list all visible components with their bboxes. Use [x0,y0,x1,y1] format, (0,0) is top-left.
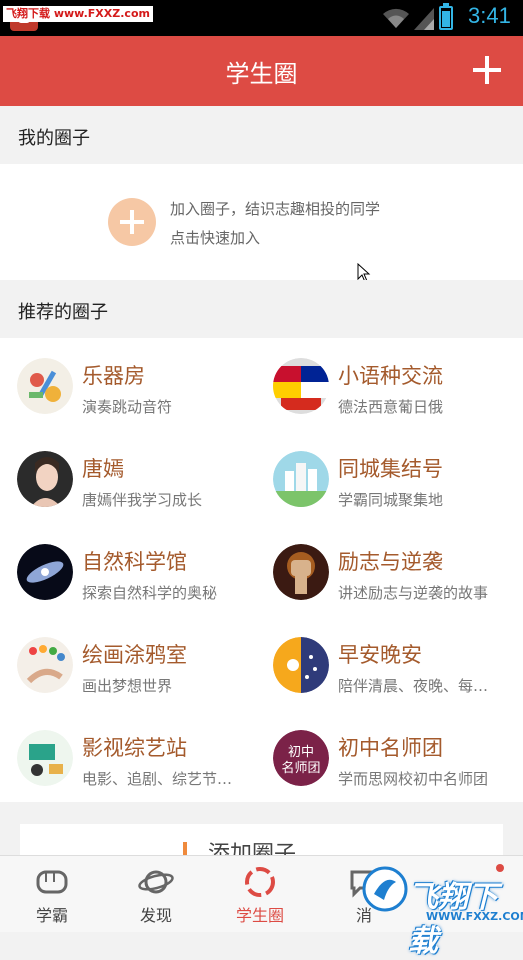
teachers-avatar-icon: 初中 名师团 [273,730,329,786]
tab-discover[interactable]: 发现 [104,856,208,932]
recommended-header: 推荐的圈子 [0,280,523,338]
fist-avatar-icon [273,544,329,600]
circle-item-painting[interactable]: 绘画涂鸦室 画出梦想世界 [0,619,250,712]
fist-icon [36,870,68,894]
city-avatar-icon [273,451,329,507]
circle-desc: 电影、追剧、综艺节… [82,770,233,788]
signal-icon [414,8,434,30]
recommended-title: 推荐的圈子 [18,302,108,323]
join-quick-text[interactable]: 点击快速加入 [170,227,260,248]
circle-item-teachers[interactable]: 初中 名师团 初中名师团 学而思网校初中名师团 [256,712,506,805]
circle-name: 初中名师团 [338,736,443,760]
circle-desc: 唐嫣伴我学习成长 [82,491,203,509]
circle-item-inspire[interactable]: 励志与逆袭 讲述励志与逆袭的故事 [256,526,506,619]
circle-item-language[interactable]: 小语种交流 德法西意葡日俄 [256,340,506,433]
watermark-icon [362,866,408,912]
film-avatar-icon [17,730,73,786]
watermark-url: WWW.FXXZ.COM [426,910,523,923]
circle-name: 小语种交流 [338,364,443,388]
join-circle-panel[interactable]: 加入圈子，结识志趣相投的同学 点击快速加入 [0,164,523,281]
watermark-label: 飞翔下载 www.FXXZ.com [3,6,153,22]
circle-item-tangyan[interactable]: 唐嫣 唐嫣伴我学习成长 [0,433,250,526]
flags-avatar-icon [273,358,329,414]
svg-text:名师团: 名师团 [281,760,320,776]
join-hint-text: 加入圈子，结识志趣相投的同学 [170,200,381,218]
instrument-avatar-icon [17,358,73,414]
circle-desc: 讲述励志与逆袭的故事 [338,584,489,602]
circle-item-film[interactable]: 影视综艺站 电影、追剧、综艺节… [0,712,250,805]
tab-student-circle[interactable]: 学生圈 [208,856,312,932]
circle-item-city[interactable]: 同城集结号 学霸同城聚集地 [256,433,506,526]
circle-desc: 演奏跳动音符 [82,398,173,416]
wifi-icon [383,8,409,28]
watermark-logo: 飞翔下载 WWW.FXXZ.COM [356,860,523,959]
app-header: 学生圈 [0,36,523,106]
circle-item-instrument[interactable]: 乐器房 演奏跳动音符 [0,340,250,433]
circle-name: 影视综艺站 [82,736,187,760]
paint-avatar-icon [17,637,73,693]
circle-item-science[interactable]: 自然科学馆 探索自然科学的奥秘 [0,526,250,619]
circle-name: 乐器房 [82,364,145,388]
circle-name: 励志与逆袭 [338,550,443,574]
status-bar: 飞翔下载 www.FXXZ.com 3:41 [0,0,523,36]
circle-name: 同城集结号 [338,457,443,481]
aperture-icon [245,867,275,897]
battery-icon [439,3,453,30]
circle-name: 自然科学馆 [82,550,187,574]
svg-text:初中: 初中 [288,745,314,760]
sun-moon-avatar-icon [273,637,329,693]
portrait-avatar-icon [17,451,73,507]
circle-name: 早安晚安 [338,643,422,667]
page-title: 学生圈 [225,60,298,88]
circle-desc: 学而思网校初中名师团 [338,770,489,788]
tab-label: 发现 [139,906,172,925]
circle-name: 绘画涂鸦室 [82,643,187,667]
circle-desc: 陪伴清晨、夜晚、每… [338,677,489,695]
circle-name: 唐嫣 [82,457,124,481]
plus-icon[interactable] [473,56,501,84]
my-circles-header: 我的圈子 [0,106,523,164]
clock: 3:41 [468,3,511,28]
circle-desc: 学霸同城聚集地 [338,491,444,509]
circle-desc: 画出梦想世界 [82,677,173,695]
recommended-list: 乐器房 演奏跳动音符 小语种交流 德法西意葡日俄 唐嫣 唐嫣伴我学习成长 同城集 [0,338,523,802]
circle-desc: 德法西意葡日俄 [338,398,444,416]
circle-desc: 探索自然科学的奥秘 [82,584,218,602]
my-circles-title: 我的圈子 [18,128,90,149]
tab-label: 学霸 [35,906,68,925]
circle-item-goodnight[interactable]: 早安晚安 陪伴清晨、夜晚、每… [256,619,506,712]
join-circle-plus-icon[interactable] [108,198,156,246]
tab-xueba[interactable]: 学霸 [0,856,104,932]
planet-icon [138,870,174,894]
tab-label: 学生圈 [235,906,284,925]
galaxy-avatar-icon [17,544,73,600]
